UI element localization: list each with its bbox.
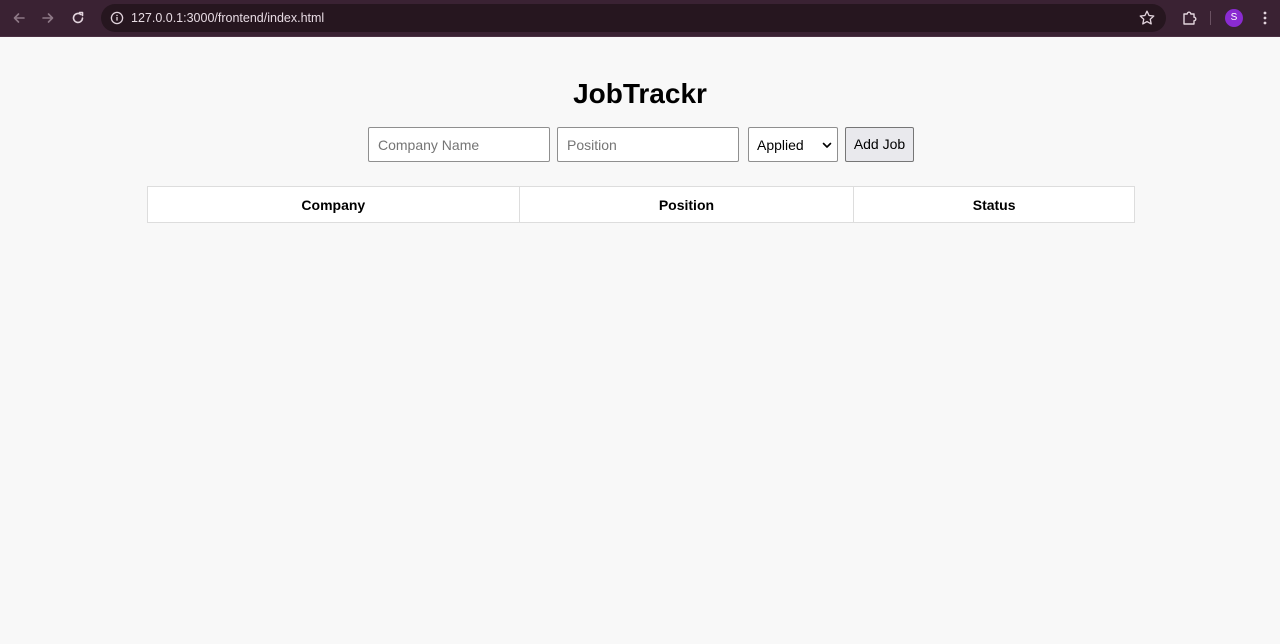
chevron-down-icon	[822, 142, 832, 148]
back-arrow-icon[interactable]	[9, 8, 29, 28]
toolbar-divider	[1210, 11, 1211, 25]
add-job-button[interactable]: Add Job	[845, 127, 914, 162]
page-title: JobTrackr	[573, 78, 707, 109]
status-select[interactable]: Applied	[748, 127, 838, 162]
forward-arrow-icon[interactable]	[38, 8, 58, 28]
star-icon[interactable]	[1138, 9, 1156, 27]
reload-icon[interactable]	[68, 8, 88, 28]
column-header-position: Position	[518, 186, 855, 223]
jobs-table: Company Position Status	[147, 186, 1135, 223]
extensions-icon[interactable]	[1180, 8, 1200, 28]
company-name-input[interactable]	[368, 127, 550, 162]
browser-toolbar: 127.0.0.1:3000/frontend/index.html S	[0, 0, 1280, 37]
site-info-icon[interactable]	[109, 10, 125, 26]
url-text: 127.0.0.1:3000/frontend/index.html	[131, 11, 325, 25]
address-bar[interactable]: 127.0.0.1:3000/frontend/index.html	[101, 4, 1166, 32]
profile-avatar[interactable]: S	[1225, 9, 1243, 27]
page-content: JobTrackr Applied Add Job Company Positi…	[0, 38, 1280, 644]
status-select-value: Applied	[757, 136, 804, 153]
table-header-row: Company Position Status	[147, 186, 1135, 223]
more-menu-icon[interactable]	[1256, 9, 1274, 27]
column-header-status: Status	[853, 186, 1135, 223]
position-input[interactable]	[557, 127, 739, 162]
column-header-company: Company	[147, 186, 520, 223]
